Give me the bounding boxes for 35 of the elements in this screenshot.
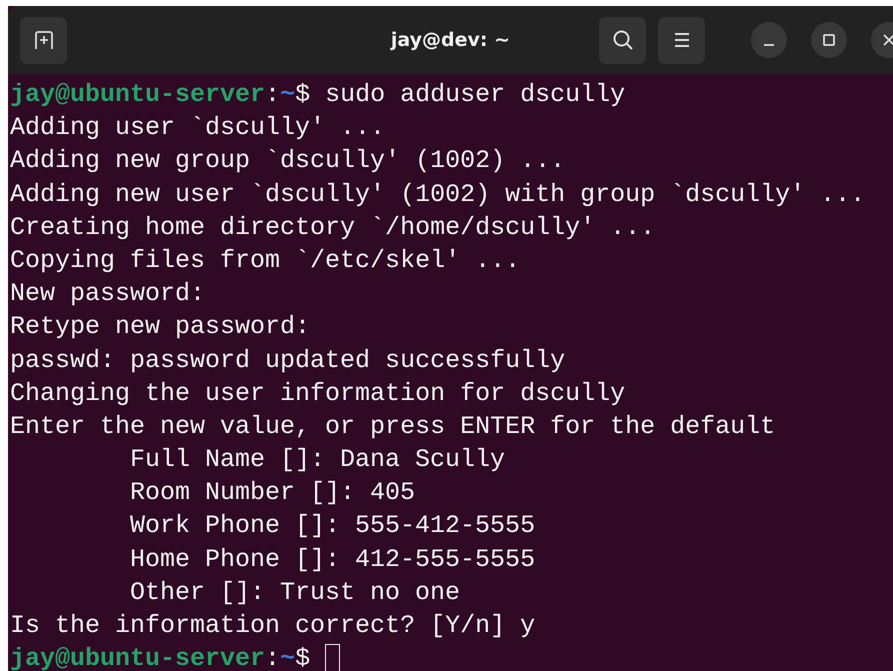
output-line: Full Name []: Dana Scully xyxy=(130,444,506,476)
output-line: Work Phone []: 555-412-5555 xyxy=(130,510,536,542)
minimize-icon xyxy=(764,44,774,46)
prompt-symbol: $ xyxy=(295,79,310,111)
close-icon xyxy=(882,33,893,47)
prompt-symbol: $ xyxy=(295,643,310,671)
output-line: Creating home directory `/home/dscully' ... xyxy=(10,212,656,244)
prompt-path: ~ xyxy=(280,79,296,111)
output-line: passwd: password updated successfully xyxy=(10,344,566,376)
output-line: Retype new password: xyxy=(10,311,310,344)
new-tab-button[interactable] xyxy=(20,16,67,64)
output-line: Home Phone []: 412-555-5555 xyxy=(130,544,536,576)
prompt-user-host: jay@ubuntu-server xyxy=(10,643,266,671)
menu-button[interactable] xyxy=(658,16,705,64)
window-title: jay@dev: ~ xyxy=(390,29,510,51)
maximize-button[interactable] xyxy=(811,22,847,58)
output-line: Enter the new value, or press ENTER for the default xyxy=(10,410,776,443)
output-line: Copying files from `/etc/skel' ... xyxy=(10,244,520,277)
prompt-user-host: jay@ubuntu-server xyxy=(10,79,266,111)
output-line: Room Number []: 405 xyxy=(130,477,416,510)
output-line: New password: xyxy=(10,278,206,310)
prompt-separator: : xyxy=(265,79,280,111)
search-button[interactable] xyxy=(599,16,646,64)
output-line: Adding new group `dscully' (1002) ... xyxy=(10,145,566,178)
new-tab-icon xyxy=(32,29,54,51)
prompt-path: ~ xyxy=(280,643,296,671)
output-line: Changing the user information for dscully xyxy=(10,378,626,410)
output-line: Adding new user `dscully' (1002) with group `dscully' ... xyxy=(10,178,866,211)
command-text: sudo adduser dscully xyxy=(325,79,626,111)
output-line: Adding user `dscully' ... xyxy=(10,112,386,144)
output-line: Is the information correct? [Y/n] y xyxy=(10,610,536,642)
maximize-icon xyxy=(822,33,836,47)
prompt-separator: : xyxy=(265,643,280,671)
search-icon xyxy=(610,28,634,52)
output-line: Other []: Trust no one xyxy=(130,576,460,609)
